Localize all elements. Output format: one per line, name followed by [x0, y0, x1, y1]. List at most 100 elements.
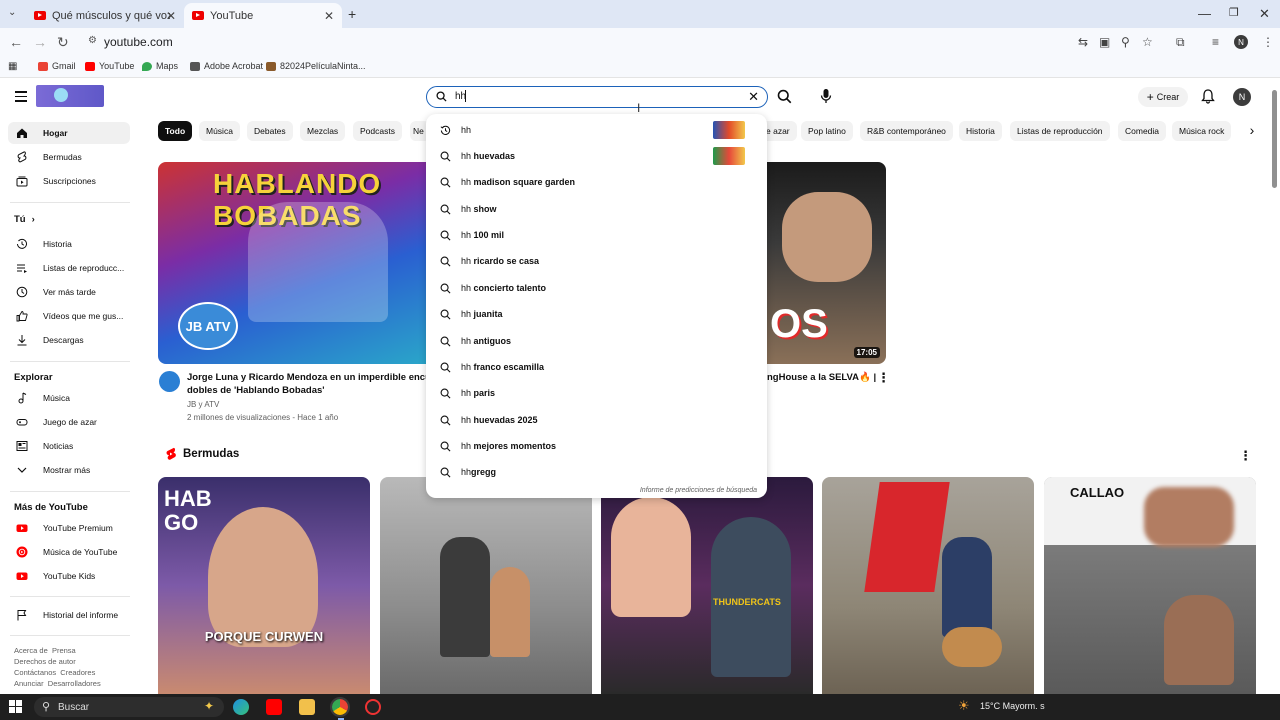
restore-icon[interactable]: ❐	[1229, 6, 1239, 19]
sidebar-item-history[interactable]: Historia	[8, 233, 130, 255]
tab-close-icon[interactable]: ✕	[324, 9, 334, 23]
bookmark-star-icon[interactable]: ☆	[1142, 35, 1153, 49]
sidebar-item-youtube-music[interactable]: Música de YouTube	[8, 541, 130, 563]
suggestion-item[interactable]: hh madison square garden	[426, 169, 767, 195]
footer-link[interactable]: Derechos de autor	[14, 657, 76, 666]
site-info-icon[interactable]: ⚙	[88, 35, 97, 46]
sidebar-item-news[interactable]: Noticias	[8, 435, 130, 457]
search-button[interactable]	[777, 89, 792, 104]
channel-avatar[interactable]	[159, 371, 180, 392]
video-thumbnail[interactable]: OS 17:05	[760, 162, 886, 364]
suggestion-item[interactable]: hh franco escamilla	[426, 354, 767, 380]
bookmark-youtube[interactable]: YouTube	[85, 61, 134, 71]
address-bar[interactable]: ⚙ youtube.com	[84, 31, 1164, 53]
suggestion-item[interactable]: hh concierto talento	[426, 275, 767, 301]
notifications-bell-icon[interactable]	[1201, 89, 1215, 104]
sidebar-item-premium[interactable]: YouTube Premium	[8, 517, 130, 539]
chip[interactable]: Mezclas	[300, 121, 346, 141]
video-title[interactable]: Jorge Luna y Ricardo Mendoza en un imper…	[187, 371, 427, 397]
video-title[interactable]: ngHouse a la SELVA🔥 |	[767, 371, 876, 384]
menu-icon[interactable]	[15, 91, 27, 102]
file-explorer-icon[interactable]	[299, 699, 315, 715]
chip[interactable]: Historia	[959, 121, 1002, 141]
reload-icon[interactable]: ↻	[57, 34, 69, 51]
sidebar-item-show-more[interactable]: Mostrar más	[8, 459, 130, 481]
suggestion-item[interactable]: hh antiguos	[426, 328, 767, 354]
recorder-icon[interactable]	[365, 699, 381, 715]
microphone-icon[interactable]	[819, 88, 833, 104]
chip[interactable]: R&B contemporáneo	[860, 121, 953, 141]
sidebar-item-kids[interactable]: YouTube Kids	[8, 565, 130, 587]
weather-widget[interactable]: 15°C Mayorm. s	[980, 701, 1045, 711]
translate-icon[interactable]: ⇆	[1078, 35, 1088, 49]
chip[interactable]: Podcasts	[353, 121, 402, 141]
sidebar-item-home[interactable]: Hogar	[8, 122, 130, 144]
sidebar-item-shorts[interactable]: Bermudas	[8, 146, 130, 168]
short-thumbnail[interactable]	[380, 477, 592, 694]
close-window-icon[interactable]: ✕	[1259, 6, 1270, 22]
video-channel[interactable]: JB y ATV	[187, 400, 219, 409]
install-icon[interactable]: ▣	[1099, 35, 1110, 49]
windows-start-icon[interactable]	[9, 700, 22, 713]
search-predictions-report-link[interactable]: Informe de predicciones de búsqueda	[640, 487, 757, 494]
forward-icon[interactable]: →	[33, 34, 47, 50]
footer-link[interactable]: Acerca de	[14, 646, 48, 655]
video-thumbnail[interactable]: HABLANDO BOBADAS JB ATV	[158, 162, 438, 364]
chip[interactable]: Listas de reproducción	[1010, 121, 1110, 141]
suggestion-item[interactable]: hh juanita	[426, 301, 767, 327]
suggestion-item[interactable]: hh 100 mil	[426, 222, 767, 248]
chip[interactable]: Pop latino	[801, 121, 853, 141]
chip[interactable]: Música rock	[1172, 121, 1232, 141]
sidebar-item-playlists[interactable]: Listas de reproducc...	[8, 257, 130, 279]
chips-next-icon[interactable]: ›	[1240, 122, 1264, 140]
zoom-icon[interactable]: ⚲	[1121, 35, 1130, 49]
chip[interactable]: Todo	[158, 121, 193, 141]
tab-youtube[interactable]: YouTube ✕	[184, 3, 342, 28]
new-tab-button[interactable]: +	[348, 6, 356, 22]
chip[interactable]: Música	[199, 121, 240, 141]
sidebar-item-downloads[interactable]: Descargas	[8, 329, 130, 351]
sidebar-item-report-history[interactable]: Historial del informe	[8, 604, 130, 626]
search-box[interactable]: hh ✕	[426, 86, 768, 108]
chip[interactable]: Debates	[247, 121, 293, 141]
youtube-logo[interactable]	[36, 85, 104, 107]
taskbar-search[interactable]: ⚲ Buscar ✦	[34, 697, 224, 717]
suggestion-item[interactable]: hhgregg	[426, 459, 767, 485]
bookmark-maps[interactable]: Maps	[142, 61, 178, 71]
suggestion-item[interactable]: hh huevadas 2025	[426, 407, 767, 433]
tab-search-icon[interactable]: ⌄	[8, 7, 16, 18]
extensions-icon[interactable]: ⧉	[1176, 35, 1185, 50]
footer-link[interactable]: Contáctanos	[14, 668, 56, 677]
browser-menu-icon[interactable]: ⋮	[1262, 35, 1274, 49]
sidebar-item-gaming[interactable]: Juego de azar	[8, 411, 130, 433]
sidebar-you-heading[interactable]: Tú ›	[14, 214, 35, 225]
footer-link[interactable]: Anunciar	[14, 679, 44, 688]
sidebar-item-liked[interactable]: Vídeos que me gus...	[8, 305, 130, 327]
page-scrollbar[interactable]	[1272, 90, 1277, 188]
sidebar-item-music[interactable]: Música	[8, 387, 130, 409]
short-thumbnail[interactable]	[822, 477, 1034, 694]
chip[interactable]: Comedia	[1118, 121, 1167, 141]
clear-search-icon[interactable]: ✕	[748, 89, 759, 105]
footer-link[interactable]: Prensa	[52, 646, 76, 655]
create-button[interactable]: + Crear	[1138, 87, 1188, 107]
bookmark-adobe[interactable]: Adobe Acrobat	[190, 61, 263, 71]
short-thumbnail[interactable]: CALLAO	[1044, 477, 1256, 694]
short-thumbnail[interactable]: HAB GO PORQUE CURWEN	[158, 477, 370, 694]
back-icon[interactable]: ←	[9, 34, 23, 50]
account-avatar[interactable]: N	[1233, 88, 1251, 106]
media-icon[interactable]: ≡	[1212, 35, 1219, 49]
edge-icon[interactable]	[233, 699, 249, 715]
footer-link[interactable]: Desarrolladores	[48, 679, 101, 688]
youtube-app-icon[interactable]	[266, 699, 282, 715]
sidebar-item-watch-later[interactable]: Ver más tarde	[8, 281, 130, 303]
apps-icon[interactable]: ▦	[8, 61, 17, 72]
chrome-icon[interactable]	[330, 697, 350, 717]
bookmark-folder[interactable]: 82024PelículaNinta...	[266, 61, 366, 71]
bookmark-gmail[interactable]: Gmail	[38, 61, 76, 71]
sidebar-item-subscriptions[interactable]: Suscripciones	[8, 170, 130, 192]
profile-avatar[interactable]: N	[1234, 35, 1248, 49]
short-thumbnail[interactable]: THUNDERCATS	[601, 477, 813, 694]
suggestion-item[interactable]: hh show	[426, 196, 767, 222]
suggestion-item[interactable]: hh mejores momentos	[426, 433, 767, 459]
